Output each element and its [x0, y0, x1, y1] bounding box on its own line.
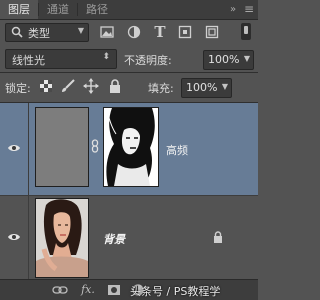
layer-list: 高频 背景 — [0, 103, 258, 279]
type-filter-icon[interactable]: T — [151, 23, 169, 41]
divider — [0, 72, 258, 73]
lock-label: 锁定: — [5, 82, 31, 95]
search-icon — [11, 26, 23, 38]
chain-link-icon[interactable] — [90, 139, 100, 153]
filter-toggle[interactable] — [241, 23, 251, 40]
panel-menu-icon[interactable]: ≡ — [244, 0, 254, 19]
tab-divider — [38, 3, 39, 16]
adjustment-filter-icon[interactable] — [125, 23, 143, 41]
chevron-down-icon: ▼ — [77, 26, 84, 35]
layer-name[interactable]: 背景 — [103, 231, 125, 247]
layer-name[interactable]: 高频 — [166, 142, 188, 158]
lock-all-icon[interactable] — [107, 78, 123, 94]
chevron-down-icon: ▼ — [221, 82, 228, 91]
smart-object-filter-icon[interactable] — [203, 23, 221, 41]
layer-thumbnail-gray[interactable] — [35, 107, 89, 187]
layer-row-high-frequency[interactable]: 高频 — [0, 103, 258, 195]
filter-type-label: 类型 — [28, 27, 50, 40]
collapse-panel-icon[interactable]: » — [230, 0, 236, 19]
eye-icon — [8, 234, 20, 240]
layer-row-background[interactable]: 背景 — [0, 196, 258, 279]
panel-tab-bar: 图层 通道 路径 » ≡ — [0, 0, 258, 20]
opacity-label: 不透明度: — [124, 54, 172, 67]
shape-filter-icon[interactable] — [176, 23, 194, 41]
layer-style-fx-icon[interactable]: fx. — [80, 283, 96, 297]
visibility-toggle[interactable] — [0, 196, 29, 279]
fill-field[interactable]: 100% ▼ — [181, 78, 232, 98]
visibility-toggle[interactable] — [0, 103, 29, 195]
fill-value: 100% — [186, 81, 218, 94]
lock-icon — [214, 231, 222, 243]
blend-mode-value: 线性光 — [12, 54, 45, 67]
opacity-field[interactable]: 100% ▼ — [203, 50, 254, 70]
up-down-arrows-icon: ⬍ — [102, 52, 110, 62]
background-photo-thumbnail[interactable] — [35, 198, 89, 278]
eye-icon — [8, 145, 20, 151]
image-filter-icon[interactable] — [98, 23, 116, 41]
link-layers-icon[interactable] — [52, 283, 68, 297]
tab-paths[interactable]: 路径 — [79, 0, 115, 19]
watermark-text: 头条号 / PS教程学 — [130, 285, 221, 298]
blend-mode-select[interactable]: 线性光 ⬍ — [5, 49, 117, 69]
layer-mask-thumbnail[interactable] — [103, 107, 159, 187]
opacity-value: 100% — [208, 53, 240, 66]
lock-image-pixels-brush-icon[interactable] — [60, 78, 76, 94]
layer-filter-select[interactable]: 类型 ▼ — [5, 23, 89, 42]
tab-divider — [77, 3, 78, 16]
fill-label: 填充: — [148, 82, 174, 95]
layers-panel: 图层 通道 路径 » ≡ 类型 ▼ T 线性光 ⬍ 不透明度: 100% ▼ 锁… — [0, 0, 258, 300]
tab-channels[interactable]: 通道 — [40, 0, 76, 19]
lock-position-move-icon[interactable] — [83, 78, 99, 94]
lock-transparent-pixels-icon[interactable] — [38, 78, 54, 94]
layers-bottom-toolbar: fx. 头条号 / PS教程学 — [0, 279, 258, 300]
tab-layers[interactable]: 图层 — [0, 0, 38, 19]
chevron-down-icon: ▼ — [243, 54, 250, 63]
add-layer-mask-icon[interactable] — [106, 283, 122, 297]
